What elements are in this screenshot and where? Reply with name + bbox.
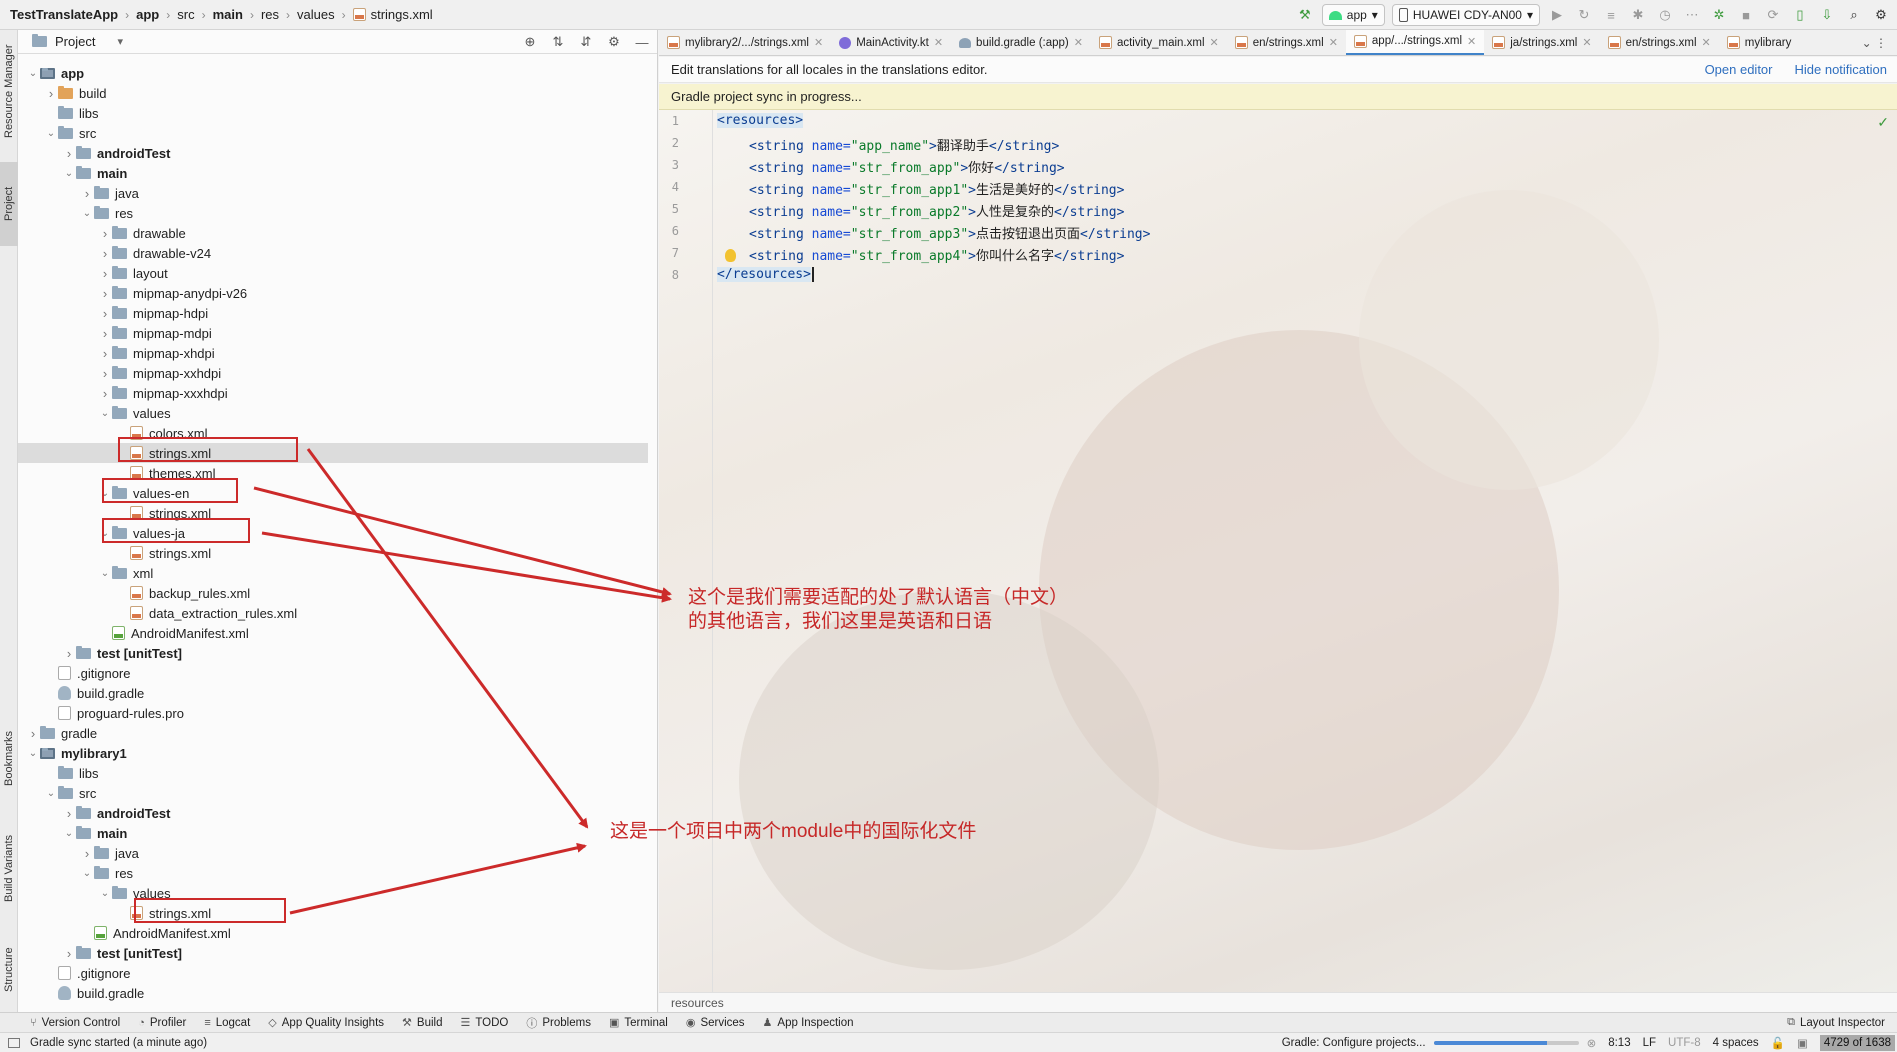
annotation-arrows [253, 448, 672, 915]
annotation-note-modules: 这是一个项目中两个module中的国际化文件 [610, 820, 976, 844]
annotation-text: 这个是我们需要适配的处了默认语言（中文） [688, 587, 1069, 608]
annotation-text: 的其他语言，我们这里是英语和日语 [688, 611, 993, 632]
arrow-library-to-note2 [289, 842, 587, 915]
annotation-note-languages: 这个是我们需要适配的处了默认语言（中文） 的其他语言，我们这里是英语和日语 [688, 586, 1068, 634]
annotation-text: 这是一个项目中两个module中的国际化文件 [610, 821, 977, 842]
arrow-strings-to-note2 [306, 448, 589, 829]
